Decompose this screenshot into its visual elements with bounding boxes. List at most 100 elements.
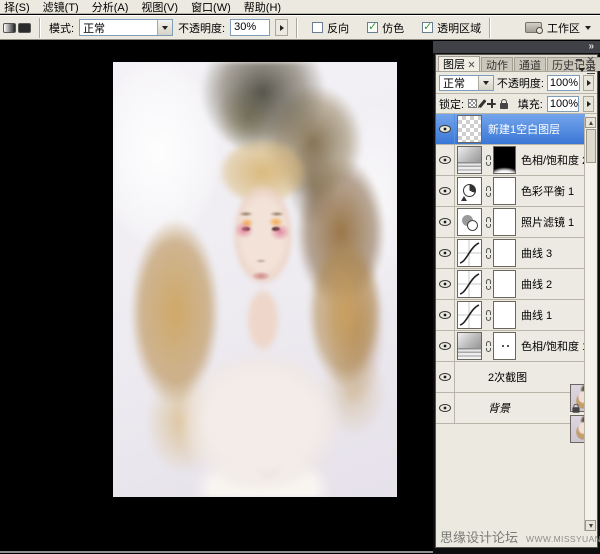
layer-row[interactable]: 曲线 1	[436, 300, 585, 331]
layer-mask-thumbnail[interactable]	[492, 270, 517, 298]
link-icon[interactable]	[484, 248, 492, 259]
fill-label: 填充:	[518, 96, 543, 112]
lock-position-icon[interactable]	[487, 99, 495, 108]
link-icon[interactable]	[484, 186, 492, 197]
tab-label: 图层	[443, 56, 465, 72]
panel-menu-icon[interactable]	[579, 65, 595, 75]
menu-item-1[interactable]: 滤镜(T)	[43, 0, 79, 14]
link-icon[interactable]	[484, 155, 492, 166]
layer-thumbnail[interactable]	[455, 208, 484, 236]
fill-input[interactable]: 100%	[547, 96, 579, 112]
link-icon[interactable]	[484, 279, 492, 290]
layer-mask-thumbnail[interactable]	[492, 239, 517, 267]
layer-row[interactable]: 色相/饱和度 2	[436, 145, 585, 176]
menu-bars-icon	[587, 67, 595, 74]
visibility-toggle[interactable]	[436, 238, 455, 268]
opacity-slider-icon[interactable]	[275, 19, 288, 36]
menu-item-5[interactable]: 帮助(H)	[244, 0, 281, 14]
visibility-toggle[interactable]	[436, 362, 455, 392]
layer-row[interactable]: 曲线 2	[436, 269, 585, 300]
checkbox-1[interactable]: 仿色	[367, 20, 404, 36]
scrollbar[interactable]	[584, 117, 596, 531]
workspace-icon	[525, 22, 542, 33]
tab-0[interactable]: 图层	[438, 56, 480, 71]
layer-mask-thumbnail[interactable]	[492, 208, 517, 236]
visibility-toggle[interactable]	[436, 331, 455, 361]
visibility-toggle[interactable]	[436, 145, 455, 175]
visibility-toggle[interactable]	[436, 207, 455, 237]
document-canvas[interactable]	[0, 41, 433, 554]
tab-2[interactable]: 通道	[514, 57, 546, 71]
layer-thumbnail[interactable]	[455, 332, 484, 360]
eye-icon	[439, 280, 451, 288]
scroll-thumb[interactable]	[586, 129, 596, 163]
layer-thumbnail[interactable]	[455, 177, 484, 205]
layer-thumbnail[interactable]	[455, 301, 484, 329]
visibility-toggle[interactable]	[436, 269, 455, 299]
layer-row[interactable]: 曲线 3	[436, 238, 585, 269]
mode-value: 正常	[80, 20, 157, 36]
gradient-radial-icon[interactable]	[18, 23, 31, 33]
opacity-input[interactable]: 30%	[230, 19, 270, 36]
checkbox-label: 反向	[327, 20, 349, 36]
layer-name: 新建1空白图层	[484, 121, 585, 137]
layer-mask-thumbnail[interactable]	[492, 177, 517, 205]
layer-thumbnail[interactable]	[455, 146, 484, 174]
chevron-down-icon	[579, 68, 585, 75]
photo-document[interactable]	[113, 62, 397, 497]
visibility-toggle[interactable]	[436, 176, 455, 206]
dock-collapse-bar[interactable]: »	[433, 41, 600, 53]
panel-opacity-input[interactable]: 100%	[547, 75, 580, 91]
blend-mode-select[interactable]: 正常	[439, 75, 494, 91]
close-icon[interactable]	[587, 56, 594, 63]
link-icon[interactable]	[484, 341, 492, 352]
layer-mask-thumbnail[interactable]	[492, 332, 517, 360]
menu-item-0[interactable]: 择(S)	[4, 0, 30, 14]
layer-row[interactable]: 照片滤镜 1	[436, 207, 585, 238]
menu-item-3[interactable]: 视图(V)	[141, 0, 178, 14]
layer-row[interactable]: 背景	[436, 393, 585, 424]
checkbox-0[interactable]: 反向	[312, 20, 349, 36]
visibility-toggle[interactable]	[436, 114, 455, 144]
menu-item-2[interactable]: 分析(A)	[92, 0, 129, 14]
lock-transparency-icon[interactable]	[468, 99, 477, 108]
panel-opacity-slider-icon[interactable]	[583, 75, 594, 91]
layer-thumbnail[interactable]	[455, 394, 484, 422]
lock-pixels-icon[interactable]	[478, 99, 486, 108]
eye-icon	[439, 218, 451, 226]
link-icon[interactable]	[484, 217, 492, 228]
checked-box-icon	[422, 22, 433, 33]
workspace-button[interactable]: 工作区	[519, 19, 597, 37]
layer-row[interactable]: 2次截图	[436, 362, 585, 393]
minimize-icon[interactable]	[576, 59, 582, 61]
lock-all-icon[interactable]	[500, 103, 508, 109]
layer-thumbnail[interactable]	[455, 270, 484, 298]
layer-thumbnail[interactable]	[455, 115, 484, 143]
layer-row[interactable]: 色相/饱和度 1	[436, 331, 585, 362]
fill-slider-icon[interactable]	[583, 96, 594, 112]
photoshop-window: 择(S)滤镜(T)分析(A)视图(V)窗口(W)帮助(H) 模式: 正常 不透明…	[0, 0, 600, 554]
layer-row[interactable]: 色彩平衡 1	[436, 176, 585, 207]
eye-icon	[439, 404, 451, 412]
link-icon[interactable]	[484, 310, 492, 321]
eye-icon	[439, 342, 451, 350]
menu-item-4[interactable]: 窗口(W)	[191, 0, 231, 14]
layer-mask-thumbnail[interactable]	[492, 301, 517, 329]
layer-thumbnail[interactable]	[455, 363, 484, 391]
layer-thumbnail[interactable]	[455, 239, 484, 267]
layer-name: 曲线 1	[517, 307, 585, 323]
chevron-down-icon	[157, 20, 172, 35]
mode-select[interactable]: 正常	[79, 19, 173, 36]
checkbox-2[interactable]: 透明区域	[422, 20, 481, 36]
layer-list: 新建1空白图层色相/饱和度 2 色彩平衡 1照片滤镜 1曲线 3曲线 2 曲线 1 色…	[436, 114, 585, 424]
main-area: » 图层动作通道历史记录 正常	[0, 41, 600, 554]
tab-1[interactable]: 动作	[481, 57, 513, 71]
tab-close-icon[interactable]	[468, 61, 475, 68]
layer-name: 色相/饱和度 2	[517, 152, 585, 168]
visibility-toggle[interactable]	[436, 300, 455, 330]
layer-mask-thumbnail[interactable]	[492, 146, 517, 174]
scroll-up-icon[interactable]	[585, 117, 596, 128]
visibility-toggle[interactable]	[436, 393, 455, 423]
gradient-linear-icon[interactable]	[3, 23, 16, 33]
layer-row[interactable]: 新建1空白图层	[436, 114, 585, 145]
